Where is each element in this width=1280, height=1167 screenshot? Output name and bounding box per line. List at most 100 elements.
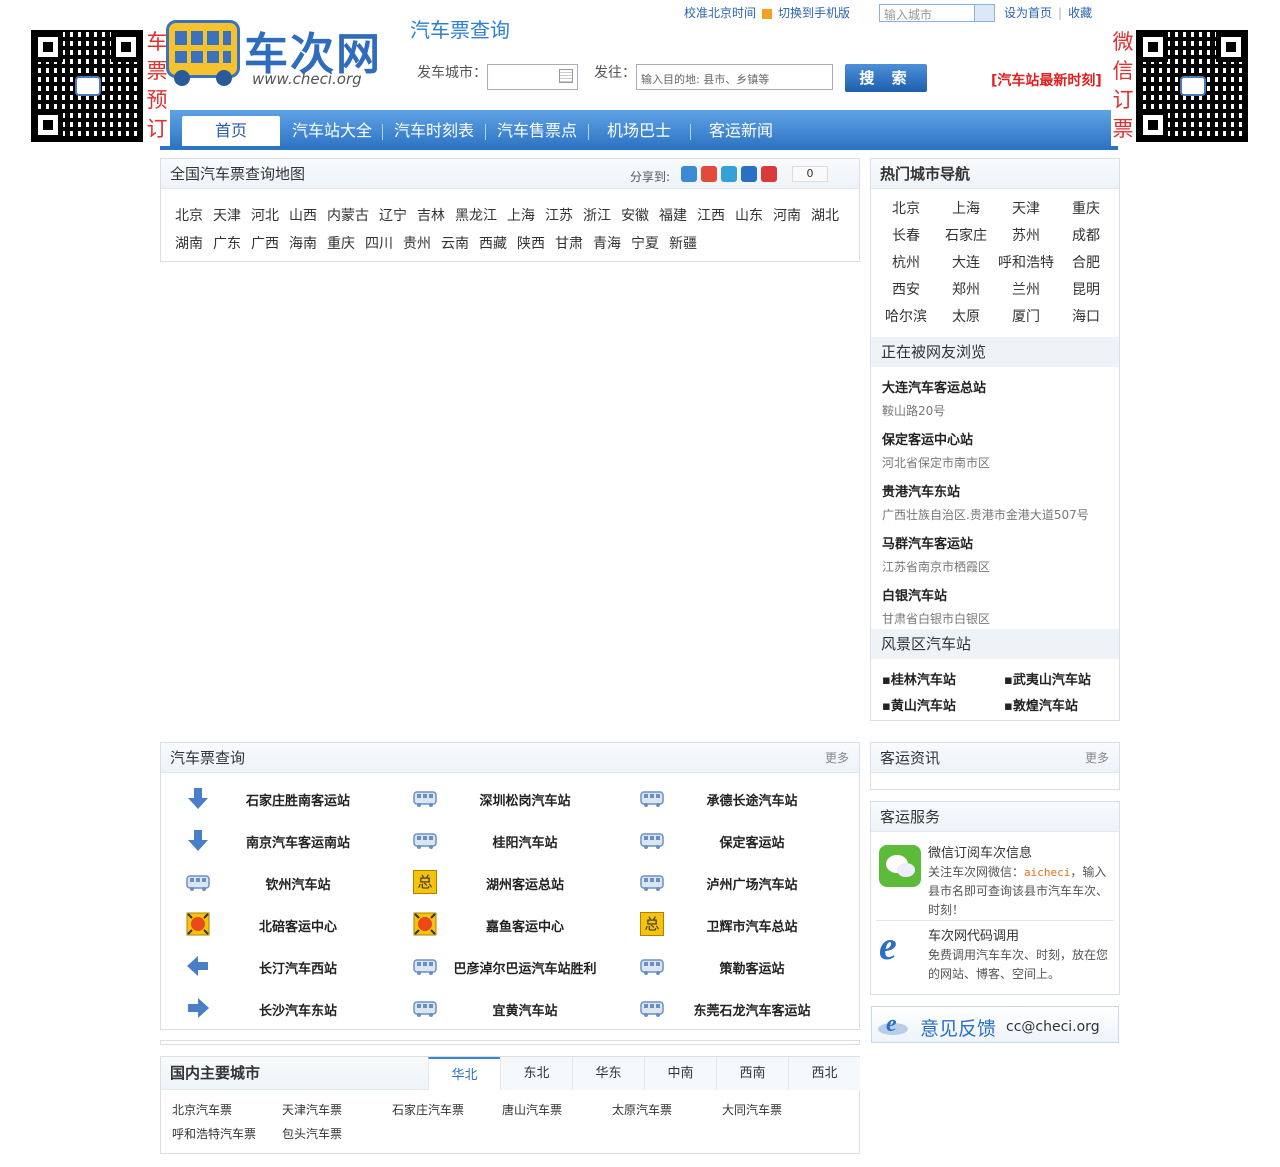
hot-city-link[interactable]: 哈尔滨 — [878, 306, 934, 326]
calendar-icon[interactable] — [559, 69, 573, 83]
browsing-station-name[interactable]: 大连汽车客运总站 — [882, 377, 986, 396]
region-tab[interactable]: 东北 — [500, 1057, 572, 1090]
nav-airport-bus[interactable]: 机场巴士 — [590, 110, 688, 148]
hot-city-link[interactable]: 石家庄 — [938, 225, 994, 245]
city-ticket-link[interactable]: 呼和浩特汽车票 — [172, 1125, 256, 1142]
province-link[interactable]: 辽宁 — [379, 208, 407, 224]
mobile-version-link[interactable]: 切换到手机版 — [778, 6, 850, 20]
renren-share-icon[interactable] — [741, 166, 757, 182]
province-link[interactable]: 宁夏 — [631, 236, 659, 252]
search-icon[interactable] — [974, 5, 994, 21]
province-link[interactable]: 北京 — [175, 208, 203, 224]
feedback-box[interactable]: e 意见反馈 cc@checi.org — [871, 1006, 1119, 1043]
region-tab[interactable]: 华北 — [428, 1057, 500, 1090]
scenic-item[interactable]: ▪武夷山汽车站 — [1004, 669, 1091, 688]
province-link[interactable]: 福建 — [659, 208, 687, 224]
region-tab[interactable]: 西北 — [788, 1057, 860, 1090]
province-link[interactable]: 重庆 — [327, 236, 355, 252]
right-vertical-text[interactable]: 微信订票 — [1111, 28, 1135, 144]
city-ticket-link[interactable]: 太原汽车票 — [612, 1101, 672, 1118]
province-link[interactable]: 四川 — [365, 236, 393, 252]
nav-news[interactable]: 客运新闻 — [694, 110, 788, 148]
hot-city-link[interactable]: 天津 — [998, 198, 1054, 218]
city-ticket-link[interactable]: 大同汽车票 — [722, 1101, 782, 1118]
province-link[interactable]: 河南 — [773, 208, 801, 224]
province-link[interactable]: 贵州 — [403, 236, 431, 252]
province-link[interactable]: 新疆 — [669, 236, 697, 252]
province-link[interactable]: 浙江 — [583, 208, 611, 224]
province-link[interactable]: 山东 — [735, 208, 763, 224]
station-link[interactable]: 南京汽车客运南站 — [198, 832, 398, 851]
station-link[interactable]: 卫辉市汽车总站 — [652, 916, 852, 935]
tqq-share-icon[interactable] — [721, 166, 737, 182]
station-link[interactable]: 承德长途汽车站 — [652, 790, 852, 809]
region-tab[interactable]: 中南 — [644, 1057, 716, 1090]
ticket-query-more-link[interactable]: 更多 — [825, 743, 849, 773]
province-link[interactable]: 湖南 — [175, 236, 203, 252]
hot-city-link[interactable]: 厦门 — [998, 306, 1054, 326]
calibrate-time-link[interactable]: 校准北京时间 — [684, 6, 756, 20]
set-homepage-link[interactable]: 设为首页 — [1004, 6, 1052, 20]
province-link[interactable]: 河北 — [251, 208, 279, 224]
station-link[interactable]: 巴彦淖尔巴运汽车站胜利 — [425, 958, 625, 977]
hot-city-link[interactable]: 合肥 — [1058, 252, 1114, 272]
qzone-share-icon[interactable] — [681, 166, 697, 182]
hot-city-link[interactable]: 北京 — [878, 198, 934, 218]
hot-city-link[interactable]: 昆明 — [1058, 279, 1114, 299]
weibo-share-icon[interactable] — [701, 166, 717, 182]
hot-city-link[interactable]: 呼和浩特 — [998, 252, 1054, 272]
browsing-station-name[interactable]: 白银汽车站 — [882, 585, 947, 604]
station-link[interactable]: 嘉鱼客运中心 — [425, 916, 625, 935]
province-link[interactable]: 陕西 — [517, 236, 545, 252]
more-share-icon[interactable] — [761, 166, 777, 182]
station-link[interactable]: 钦州汽车站 — [198, 874, 398, 893]
station-link[interactable]: 保定客运站 — [652, 832, 852, 851]
station-link[interactable]: 桂阳汽车站 — [425, 832, 625, 851]
hot-city-link[interactable]: 海口 — [1058, 306, 1114, 326]
city-ticket-link[interactable]: 包头汽车票 — [282, 1125, 342, 1142]
region-tab[interactable]: 华东 — [572, 1057, 644, 1090]
station-link[interactable]: 石家庄胜南客运站 — [198, 790, 398, 809]
nav-timetable[interactable]: 汽车时刻表 — [386, 110, 482, 148]
code-title[interactable]: 车次网代码调用 — [928, 925, 1019, 944]
province-link[interactable]: 广东 — [213, 236, 241, 252]
hot-city-link[interactable]: 成都 — [1058, 225, 1114, 245]
province-link[interactable]: 黑龙江 — [455, 208, 497, 224]
nav-home[interactable]: 首页 — [182, 116, 280, 148]
station-link[interactable]: 北碚客运中心 — [198, 916, 398, 935]
province-link[interactable]: 内蒙古 — [327, 208, 369, 224]
city-ticket-link[interactable]: 唐山汽车票 — [502, 1101, 562, 1118]
province-link[interactable]: 安徽 — [621, 208, 649, 224]
station-link[interactable]: 长汀汽车西站 — [198, 958, 398, 977]
province-link[interactable]: 西藏 — [479, 236, 507, 252]
city-ticket-link[interactable]: 石家庄汽车票 — [392, 1101, 464, 1118]
station-link[interactable]: 策勒客运站 — [652, 958, 852, 977]
browsing-station-name[interactable]: 马群汽车客运站 — [882, 533, 973, 552]
region-tab[interactable]: 西南 — [716, 1057, 788, 1090]
browsing-station-name[interactable]: 贵港汽车东站 — [882, 481, 960, 500]
station-link[interactable]: 东莞石龙汽车客运站 — [652, 1000, 852, 1019]
hot-city-link[interactable]: 太原 — [938, 306, 994, 326]
latest-schedule-link[interactable]: [汽车站最新时刻] — [991, 70, 1102, 90]
news-more-link[interactable]: 更多 — [1085, 743, 1109, 773]
province-link[interactable]: 广西 — [251, 236, 279, 252]
city-ticket-link[interactable]: 天津汽车票 — [282, 1101, 342, 1118]
top-city-search-input[interactable]: 输入城市 — [879, 4, 995, 22]
province-link[interactable]: 湖北 — [811, 208, 839, 224]
hot-city-link[interactable]: 杭州 — [878, 252, 934, 272]
hot-city-link[interactable]: 上海 — [938, 198, 994, 218]
province-link[interactable]: 江苏 — [545, 208, 573, 224]
station-link[interactable]: 长沙汽车东站 — [198, 1000, 398, 1019]
hot-city-link[interactable]: 长春 — [878, 225, 934, 245]
feedback-email[interactable]: cc@checi.org — [1006, 1019, 1100, 1035]
station-link[interactable]: 深圳松岗汽车站 — [425, 790, 625, 809]
hot-city-link[interactable]: 兰州 — [998, 279, 1054, 299]
station-link[interactable]: 泸州广场汽车站 — [652, 874, 852, 893]
province-link[interactable]: 天津 — [213, 208, 241, 224]
bookmark-link[interactable]: 收藏 — [1068, 6, 1092, 20]
province-link[interactable]: 山西 — [289, 208, 317, 224]
province-link[interactable]: 云南 — [441, 236, 469, 252]
station-link[interactable]: 湖州客运总站 — [425, 874, 625, 893]
from-city-input[interactable] — [487, 64, 578, 90]
nav-ticket-outlets[interactable]: 汽车售票点 — [488, 110, 586, 148]
